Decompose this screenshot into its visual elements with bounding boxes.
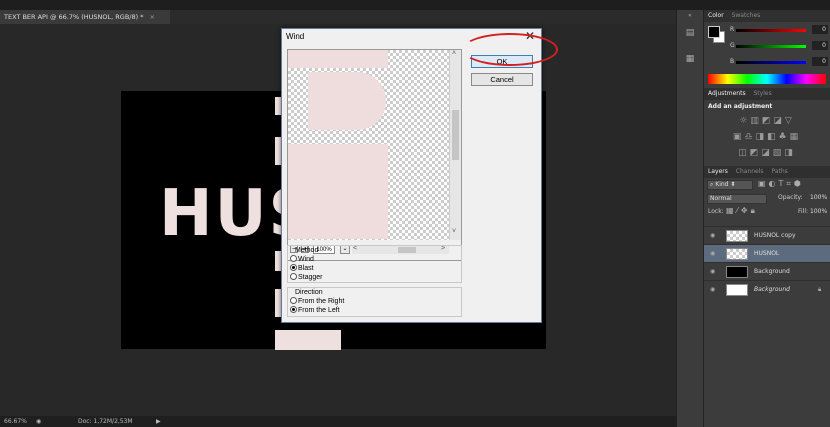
layer-name: HUSNOL copy xyxy=(754,232,796,239)
direction-right-radio[interactable]: From the Right xyxy=(290,297,344,306)
eye-icon[interactable]: ◉ xyxy=(710,245,715,263)
fill-label: Fill: xyxy=(798,208,809,215)
red-slider[interactable]: R 0 xyxy=(730,25,830,36)
direction-label: Direction xyxy=(295,289,323,296)
layer-row[interactable]: ◉ Background 🔒︎ xyxy=(704,280,830,298)
green-label: G xyxy=(730,42,735,49)
eye-icon[interactable]: ◉ xyxy=(710,281,715,299)
red-ramp[interactable] xyxy=(736,29,806,32)
app-menubar xyxy=(0,0,830,10)
layer-name: Background xyxy=(754,286,790,293)
tab-layers[interactable]: Layers xyxy=(708,168,728,175)
direction-left-radio[interactable]: From the Left xyxy=(290,306,340,315)
lock-icons[interactable]: ▦⁄✥🔒︎ xyxy=(726,206,758,216)
fill-value[interactable]: 100% xyxy=(810,208,827,215)
document-tab[interactable]: TEXT BER API @ 66.7% (HUSNOL, RGB/8) * × xyxy=(0,10,170,24)
red-value[interactable]: 0 xyxy=(812,25,828,34)
green-ramp[interactable] xyxy=(736,45,806,48)
cancel-button[interactable]: Cancel xyxy=(471,73,533,86)
status-bar: 66.67% ◉ Doc: 1,72M/2,53M ▶ xyxy=(0,416,676,427)
method-group: Method Wind Blast Stagger xyxy=(287,245,462,283)
preview-shape xyxy=(288,50,388,68)
color-panel-tabs: Color Swatches xyxy=(704,10,830,22)
layer-row[interactable]: ◉ HUSNOL copy xyxy=(704,226,830,244)
opacity-label: Opacity: xyxy=(778,194,803,201)
canvas-shape xyxy=(275,330,341,350)
doc-size: Doc: 1,72M/2,53M xyxy=(78,418,133,425)
scroll-thumb[interactable] xyxy=(452,110,459,160)
layer-thumbnail xyxy=(726,248,748,260)
blue-slider[interactable]: B 0 xyxy=(730,57,830,68)
layer-row[interactable]: ◉ Background xyxy=(704,262,830,280)
tab-color[interactable]: Color xyxy=(708,12,724,19)
blue-value[interactable]: 0 xyxy=(812,57,828,66)
preview-shape xyxy=(288,144,388,239)
adjustment-icons-row-2[interactable]: ▣♎◨◧♣▦ xyxy=(704,129,830,145)
color-panel: R 0 G 0 B 0 xyxy=(704,22,830,88)
layer-row-selected[interactable]: ◉ HUSNOL xyxy=(704,244,830,262)
method-wind-radio[interactable]: Wind xyxy=(290,255,314,264)
red-label: R xyxy=(730,26,735,33)
preview-shape xyxy=(308,72,386,130)
eye-icon[interactable]: ◉ xyxy=(710,263,715,281)
tab-paths[interactable]: Paths xyxy=(771,168,787,175)
tab-channels[interactable]: Channels xyxy=(736,168,764,175)
blue-ramp[interactable] xyxy=(736,61,806,64)
blue-label: B xyxy=(730,58,735,65)
kind-filter-select[interactable]: ⌕ Kind ⬍ xyxy=(707,180,753,190)
method-label: Method xyxy=(295,247,319,254)
layer-thumbnail xyxy=(726,230,748,242)
lock-row: Lock: ▦⁄✥🔒︎ Fill: 100% xyxy=(704,206,830,220)
blend-row: Normal Opacity: 100% xyxy=(704,192,830,206)
green-slider[interactable]: G 0 xyxy=(730,41,830,52)
adjustment-icons-row-1[interactable]: ☼▥◩◪▽ xyxy=(704,113,830,129)
layer-thumbnail xyxy=(726,284,748,296)
scroll-down-icon[interactable]: ˅ xyxy=(452,228,456,235)
tab-styles[interactable]: Styles xyxy=(754,90,772,97)
adjustments-panel: Add an adjustment ☼▥◩◪▽ ▣♎◨◧♣▦ ◫◩◪▧◨ xyxy=(704,100,830,160)
document-tab-title: TEXT BER API @ 66.7% (HUSNOL, RGB/8) * xyxy=(4,13,144,21)
layer-filter-row: ⌕ Kind ⬍ ▣◐T⌗⬢ xyxy=(704,178,830,192)
annotation-circle xyxy=(462,33,558,66)
method-blast-radio[interactable]: Blast xyxy=(290,264,314,273)
green-value[interactable]: 0 xyxy=(812,41,828,50)
collapse-icon[interactable]: « xyxy=(684,12,696,24)
right-panels: Color Swatches R 0 G 0 B 0 Adjustments S… xyxy=(703,10,830,427)
blend-mode-select[interactable]: Normal xyxy=(707,194,767,204)
status-menu-arrow[interactable]: ▶ xyxy=(156,416,161,427)
layer-thumbnail xyxy=(726,266,748,278)
preview-vertical-scrollbar[interactable]: ˄ ˅ xyxy=(449,50,461,240)
lock-label: Lock: xyxy=(708,208,724,215)
history-icon[interactable]: ▤ xyxy=(684,28,696,40)
adjustments-panel-tabs: Adjustments Styles xyxy=(704,88,830,100)
zoom-readout[interactable]: 66.67% xyxy=(4,416,27,427)
wind-dialog: Wind ✕ ˄ ˅ − + 100% ⌄ < > OK Cancel Meth… xyxy=(281,28,558,323)
layer-name: HUSNOL xyxy=(754,250,780,257)
close-icon[interactable]: × xyxy=(150,13,155,21)
status-icon: ◉ xyxy=(36,418,42,425)
lock-icon: 🔒︎ xyxy=(818,286,822,293)
filter-preview[interactable]: ˄ ˅ − + 100% ⌄ < > xyxy=(287,49,462,261)
eye-icon[interactable]: ◉ xyxy=(710,227,715,245)
layer-name: Background xyxy=(754,268,790,275)
properties-icon[interactable]: ▦ xyxy=(684,54,696,66)
adjustment-icons-row-3[interactable]: ◫◩◪▧◨ xyxy=(704,145,830,161)
layers-panel-tabs: Layers Channels Paths xyxy=(704,166,830,178)
method-stagger-radio[interactable]: Stagger xyxy=(290,273,323,282)
filter-icons[interactable]: ▣◐T⌗⬢ xyxy=(758,179,804,189)
direction-group: Direction From the Right From the Left xyxy=(287,287,462,317)
adjustments-heading: Add an adjustment xyxy=(708,103,773,110)
scroll-up-icon[interactable]: ˄ xyxy=(452,50,456,57)
panel-dock-strip: « ▤ ▦ xyxy=(676,10,703,427)
tab-adjustments[interactable]: Adjustments xyxy=(708,90,746,97)
opacity-value[interactable]: 100% xyxy=(810,194,827,201)
color-spectrum[interactable] xyxy=(708,74,826,84)
dialog-title: Wind xyxy=(286,32,305,41)
foreground-color-swatch[interactable] xyxy=(708,26,720,38)
tab-swatches[interactable]: Swatches xyxy=(732,12,761,19)
